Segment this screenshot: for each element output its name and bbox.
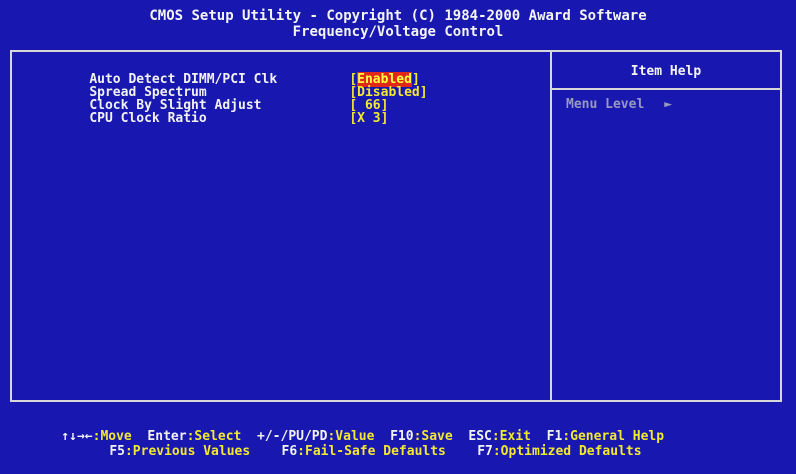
help-separator xyxy=(552,88,780,90)
title-bar: CMOS Setup Utility - Copyright (C) 1984-… xyxy=(0,0,796,50)
menu-level: Menu Level ► xyxy=(566,97,673,112)
app-title: CMOS Setup Utility - Copyright (C) 1984-… xyxy=(149,8,647,24)
settings-list: Auto Detect DIMM/PCI Clk [Enabled] Spread… xyxy=(58,60,428,125)
setting-label: CPU Clock Ratio xyxy=(89,111,207,126)
item-help-title: Item Help xyxy=(630,64,702,79)
key-legend: ↑↓→←:Move Enter:Select +/-/PU/PD:Value F… xyxy=(0,414,796,459)
page-title: Frequency/Voltage Control xyxy=(292,24,504,40)
previous-values-hint: F5:Previous Values xyxy=(109,444,251,459)
panel-divider xyxy=(550,50,552,402)
optimized-defaults-hint: F7:Optimized Defaults xyxy=(477,444,642,459)
arrow-right-icon: ► xyxy=(664,97,673,112)
setting-value[interactable]: [X 3] xyxy=(349,112,388,125)
key-legend-line2: F5:Previous Values F6:Fail-Safe Defaults… xyxy=(78,429,642,474)
setting-row-auto-detect[interactable]: Auto Detect DIMM/PCI Clk [Enabled] xyxy=(58,60,428,87)
fail-safe-hint: F6:Fail-Safe Defaults xyxy=(281,444,446,459)
